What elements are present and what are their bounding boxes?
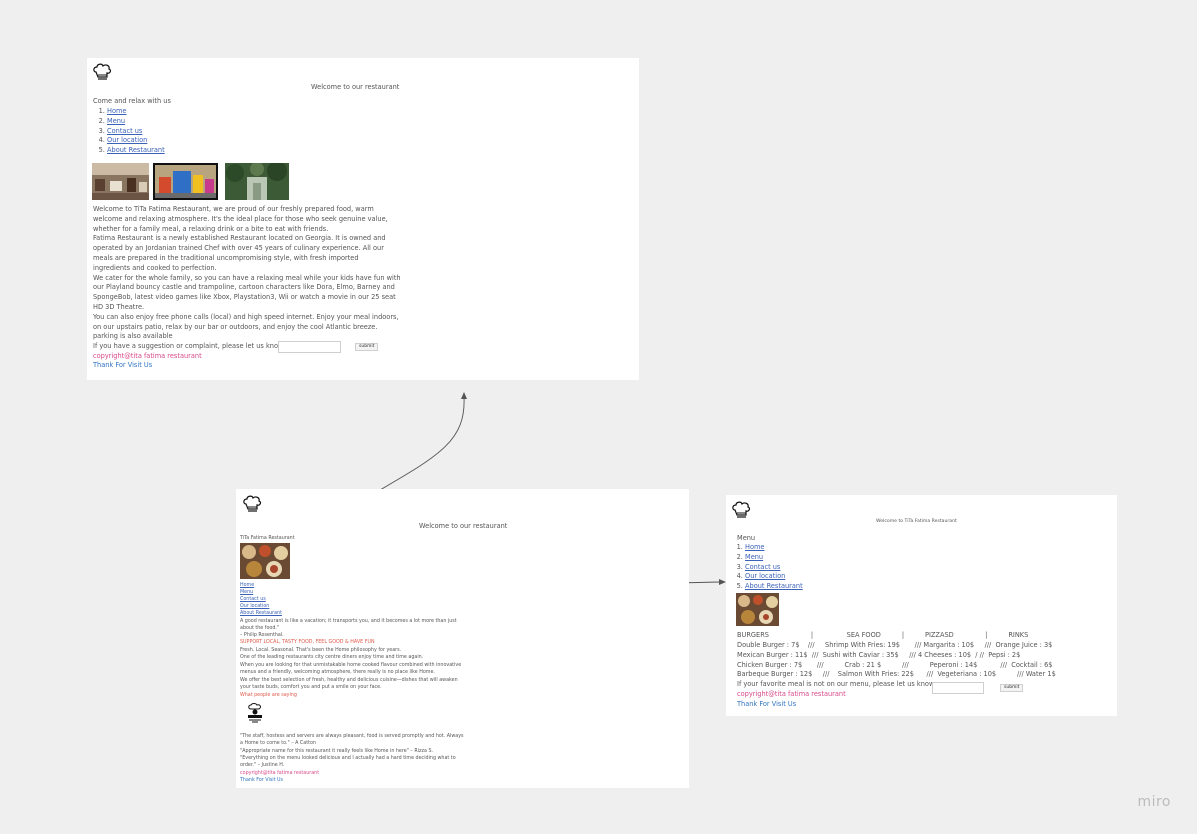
restaurant-name: TiTa Fatima Restaurant bbox=[240, 536, 295, 541]
connector-arrowhead-up bbox=[461, 392, 467, 399]
thanks-text: Thank For Visit Us bbox=[93, 361, 153, 369]
suggestion-input[interactable] bbox=[278, 341, 341, 353]
slogan-text: SUPPORT LOCAL, TASTY FOOD, FEEL GOOD & H… bbox=[240, 640, 375, 645]
paragraph-line: Welcome to TiTa Fatima Restaurant, we ar… bbox=[93, 205, 374, 213]
nav-home-link[interactable]: Home bbox=[745, 543, 764, 551]
nav-list: Home Menu Contact us Our location About … bbox=[87, 107, 165, 156]
about-paragraph: Welcome to TiTa Fatima Restaurant, we ar… bbox=[93, 205, 401, 342]
about-page-frame[interactable]: Welcome to our restaurant TiTa Fatima Re… bbox=[236, 489, 689, 788]
reviews-heading: What people are saying bbox=[240, 693, 297, 698]
nav-about-link[interactable]: About Restaurant bbox=[107, 146, 165, 154]
thanks-text: Thank For Visit Us bbox=[240, 778, 284, 783]
intro-text: Come and relax with us bbox=[93, 97, 171, 105]
menu-row: Double Burger : 7$ /// Shrimp With Fries… bbox=[737, 641, 1053, 649]
restaurant-interior-photo bbox=[92, 163, 149, 200]
nav-contact-link[interactable]: Contact us bbox=[107, 127, 142, 135]
page-title: Welcome to our restaurant bbox=[419, 522, 508, 530]
chef-with-dish-icon bbox=[248, 703, 262, 723]
connector-arrowhead-right bbox=[719, 579, 726, 585]
nav-menu-link[interactable]: Menu bbox=[745, 553, 763, 561]
body-line: your taste buds, comfort you and put a s… bbox=[240, 685, 382, 690]
home-page-frame[interactable]: Welcome to our restaurant Come and relax… bbox=[87, 58, 639, 380]
nav-home-link[interactable]: Home bbox=[107, 107, 126, 115]
paragraph-line: on our upstairs patio, relax by our bar … bbox=[93, 322, 378, 331]
suggestion-label: If your favorite meal is not on our menu… bbox=[737, 680, 937, 688]
suggestion-input[interactable] bbox=[932, 682, 984, 694]
submit-button[interactable]: submit bbox=[1000, 684, 1024, 692]
body-line: One of the leading restaurants city cent… bbox=[240, 655, 424, 660]
paragraph-line: We cater for the whole family, so you ca… bbox=[93, 273, 401, 282]
body-line: menus and a friendly, welcoming atmosphe… bbox=[240, 670, 435, 675]
paragraph-line: HD 3D Theatre. bbox=[93, 302, 145, 311]
menu-row: Barbeque Burger : 12$ /// Salmon With Fr… bbox=[737, 670, 1056, 678]
paragraph-line: operated by an Jordanian trained Chef wi… bbox=[93, 244, 384, 253]
review-line: order." – Justine H. bbox=[240, 763, 285, 768]
food-dishes-photo bbox=[240, 543, 290, 579]
paragraph-line: parking is also available bbox=[93, 332, 173, 341]
menu-row: Mexican Burger : 11$ /// Sushi with Cavi… bbox=[737, 651, 1021, 659]
chef-hat-logo-icon bbox=[93, 63, 112, 80]
paragraph-line: SpongeBob, latest video games like Xbox,… bbox=[93, 293, 396, 302]
paragraph-line: meals are prepared in the traditional un… bbox=[93, 253, 359, 262]
paragraph-line: ingredients and cooked to perfection. bbox=[93, 263, 217, 272]
suggestion-label: If you have a suggestion or complaint, p… bbox=[93, 342, 286, 350]
food-dishes-photo bbox=[736, 593, 779, 626]
paragraph-line: whether for a family meal, a relaxing dr… bbox=[93, 224, 329, 233]
page-title: Welcome to our restaurant bbox=[311, 83, 400, 91]
nav-location-link[interactable]: Our location bbox=[107, 136, 147, 144]
menu-categories: BURGERS | SEA FOOD | PIZZASD | RINKS bbox=[737, 631, 1029, 639]
nav-menu-link[interactable]: Menu bbox=[107, 117, 125, 125]
miro-watermark: miro bbox=[1137, 794, 1171, 810]
chef-hat-logo-icon bbox=[243, 495, 262, 512]
thanks-text: Thank For Visit Us bbox=[737, 700, 797, 708]
nav-list: Home Menu Contact us Our location About … bbox=[726, 543, 803, 592]
paragraph-line: You can also enjoy free phone calls (loc… bbox=[93, 312, 399, 321]
nav-about-link[interactable]: About Restaurant bbox=[745, 582, 803, 590]
chef-hat-logo-icon bbox=[732, 501, 751, 518]
review-line: a Home to come to." – A Catton bbox=[240, 741, 316, 746]
patio-photo bbox=[225, 163, 289, 200]
menu-page-frame[interactable]: Welcome to TiTa Fatima Restaurant Menu H… bbox=[726, 495, 1117, 716]
nav-contact-link[interactable]: Contact us bbox=[745, 563, 780, 571]
paragraph-line: Fatima Restaurant is a newly established… bbox=[93, 234, 386, 243]
nav-location-link[interactable]: Our location bbox=[745, 572, 785, 580]
paragraph-line: our Playland bouncy castle and trampolin… bbox=[93, 283, 395, 292]
copyright-text: copyright@tita fatima restaurant bbox=[737, 690, 846, 698]
playland-photo bbox=[153, 163, 218, 200]
nav-about-link[interactable]: About Restaurant bbox=[240, 610, 282, 617]
submit-button[interactable]: submit bbox=[355, 343, 379, 351]
page-title: Welcome to TiTa Fatima Restaurant bbox=[876, 519, 957, 524]
paragraph-line: welcome and relaxing atmosphere. It's th… bbox=[93, 214, 388, 223]
